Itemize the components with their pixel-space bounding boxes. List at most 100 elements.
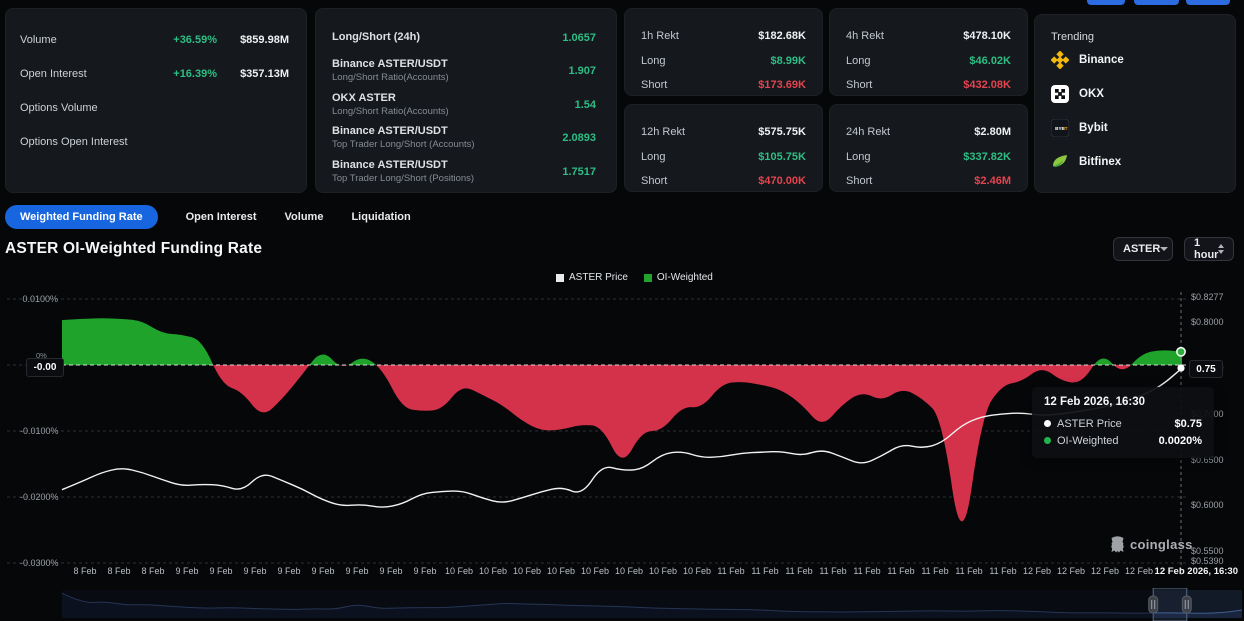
x-axis-tick: 11 Feb: [819, 566, 846, 576]
ratio-sublabel: Top Trader Long/Short (Accounts): [332, 139, 475, 151]
x-axis-tick: 8 Feb: [107, 566, 130, 576]
binance-logo: [1051, 51, 1069, 69]
left-axis-tick: -0.0200%: [20, 492, 58, 502]
ratio-value: 2.0893: [562, 132, 596, 144]
rekt-long-label: Long: [846, 55, 870, 67]
chevron-down-icon: [1160, 247, 1168, 251]
tab-liquidation[interactable]: Liquidation: [351, 211, 410, 223]
trending-item-bitfinex[interactable]: Bitfinex: [1051, 145, 1221, 179]
rekt-long-value: $105.75K: [758, 151, 806, 163]
rekt-card: 1h Rekt$182.68KLong$8.99KShort$173.69K: [624, 8, 823, 96]
market-stats-card: Volume+36.59%$859.98MOpen Interest+16.39…: [5, 8, 307, 193]
rekt-total-row: 12h Rekt $575.75K: [641, 120, 806, 145]
trending-item-binance[interactable]: Binance: [1051, 43, 1221, 77]
chart-legend: ASTER Price OI-Weighted: [556, 272, 713, 283]
tab-open-interest[interactable]: Open Interest: [186, 211, 257, 223]
legend-item: ASTER Price: [556, 272, 628, 283]
trending-card: Trending Binance OKXBYB!TBybitBitfinex: [1034, 14, 1236, 193]
right-axis-tick: $0.6000: [1191, 500, 1224, 510]
price-current-badge: 0.75: [1189, 360, 1223, 378]
tooltip-row: ASTER Price$0.75: [1044, 415, 1202, 432]
ratio-label-group: Binance ASTER/USDTTop Trader Long/Short …: [332, 159, 474, 185]
right-axis-tick: $0.8277: [1191, 292, 1224, 302]
x-axis-tick: 9 Feb: [345, 566, 368, 576]
ratio-value: 1.54: [575, 99, 596, 111]
x-axis-tick: 9 Feb: [209, 566, 232, 576]
ratio-label: Binance ASTER/USDT: [332, 58, 449, 72]
rekt-period-label: 24h Rekt: [846, 126, 890, 138]
trending-title: Trending: [1051, 31, 1221, 43]
cutoff-button-2[interactable]: [1134, 0, 1179, 5]
ratio-label: OKX ASTER: [332, 92, 449, 106]
ratio-sublabel: Long/Short Ratio(Accounts): [332, 72, 449, 84]
tooltip-row: OI-Weighted0.0020%: [1044, 432, 1202, 449]
market-stat-row: Options Volume: [20, 91, 289, 125]
tab-volume[interactable]: Volume: [285, 211, 324, 223]
x-axis-tick: 9 Feb: [175, 566, 198, 576]
rekt-period-label: 4h Rekt: [846, 30, 884, 42]
tooltip-series-label: ASTER Price: [1057, 418, 1122, 430]
trending-item-bybit[interactable]: BYB!TBybit: [1051, 111, 1221, 145]
coinglass-logo-icon: [1110, 536, 1125, 553]
navigator-handle-right[interactable]: [1182, 596, 1191, 613]
rekt-long-value: $337.82K: [963, 151, 1011, 163]
tooltip-series-dot: [1044, 420, 1051, 427]
bybit-icon: BYB!T: [1051, 119, 1069, 137]
x-axis: 8 Feb8 Feb8 Feb9 Feb9 Feb9 Feb9 Feb9 Feb…: [0, 566, 1244, 580]
x-axis-tick: 12 Feb 2026, 16:30: [1155, 566, 1238, 577]
x-axis-tick: 11 Feb: [887, 566, 914, 576]
ratio-label-group: Long/Short (24h): [332, 31, 420, 45]
navigator-handle-left[interactable]: [1149, 596, 1158, 613]
spinner-icon[interactable]: [1218, 244, 1224, 254]
rekt-period-label: 1h Rekt: [641, 30, 679, 42]
x-axis-tick: 9 Feb: [379, 566, 402, 576]
navigator-selection[interactable]: [1153, 588, 1187, 621]
left-axis-tick: 0.0100%: [20, 294, 58, 304]
binance-icon: [1051, 51, 1069, 69]
rekt-short-label: Short: [641, 79, 667, 91]
funding-current-badge: -0.00: [26, 358, 64, 377]
x-axis-tick: 10 Feb: [649, 566, 677, 576]
rekt-long-label: Long: [846, 151, 870, 163]
legend-label: OI-Weighted: [657, 272, 713, 283]
x-axis-tick: 10 Feb: [683, 566, 711, 576]
legend-item: OI-Weighted: [644, 272, 713, 283]
rekt-long-row: Long $337.82K: [846, 145, 1011, 170]
rekt-long-label: Long: [641, 151, 665, 163]
cutoff-button-3[interactable]: [1186, 0, 1230, 5]
right-axis-tick: $0.5390: [1191, 556, 1224, 566]
ratio-label: Long/Short (24h): [332, 31, 420, 45]
rekt-long-row: Long$8.99K: [641, 49, 806, 74]
rekt-long-value: $46.02K: [969, 55, 1011, 67]
rekt-period-label: 12h Rekt: [641, 126, 685, 138]
interval-select[interactable]: 1 hour: [1184, 237, 1234, 261]
rekt-total-row: 1h Rekt$182.68K: [641, 24, 806, 49]
ratio-sublabel: Long/Short Ratio(Accounts): [332, 106, 449, 118]
bitfinex-logo: [1051, 153, 1069, 171]
stat-label: Open Interest: [20, 68, 87, 80]
x-axis-tick: 12 Feb: [1057, 566, 1085, 576]
ratio-sublabel: Top Trader Long/Short (Positions): [332, 173, 474, 185]
trending-item-okx[interactable]: OKX: [1051, 77, 1221, 111]
ratio-label: Binance ASTER/USDT: [332, 159, 474, 173]
symbol-select[interactable]: ASTER: [1113, 237, 1173, 261]
ratio-value: 1.7517: [562, 166, 596, 178]
tab-weighted-funding-rate[interactable]: Weighted Funding Rate: [5, 205, 158, 229]
tooltip-date: 12 Feb 2026, 16:30: [1044, 396, 1202, 408]
x-axis-tick: 11 Feb: [989, 566, 1016, 576]
x-axis-tick: 11 Feb: [751, 566, 778, 576]
x-axis-tick: 9 Feb: [311, 566, 334, 576]
rekt-total-value: $575.75K: [758, 126, 806, 138]
svg-text:!T: !T: [1063, 126, 1068, 131]
chart-tabs: Weighted Funding Rate Open Interest Volume…: [5, 205, 411, 229]
page-title: ASTER OI-Weighted Funding Rate: [5, 240, 262, 258]
chart-navigator[interactable]: [0, 588, 1244, 621]
cutoff-button-1[interactable]: [1087, 0, 1125, 5]
rekt-total-value: $478.10K: [963, 30, 1011, 42]
ratio-label-group: Binance ASTER/USDTLong/Short Ratio(Accou…: [332, 58, 449, 84]
trending-exchange-name: Binance: [1079, 54, 1124, 66]
long-short-card: Long/Short (24h) 1.0657 Binance ASTER/USDT…: [315, 8, 617, 193]
ratio-value: 1.0657: [562, 32, 596, 44]
legend-swatch: [644, 274, 652, 282]
tooltip-series-dot: [1044, 437, 1051, 444]
